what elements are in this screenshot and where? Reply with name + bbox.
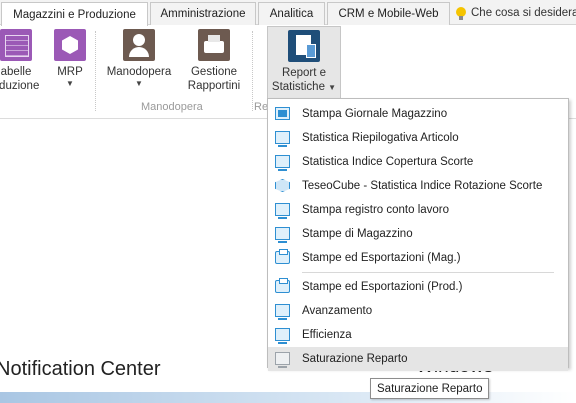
menu-item-efficienza[interactable]: Efficienza <box>268 323 568 347</box>
menu-item-teseocube-rotazione-scorte[interactable]: TeseoCube - Statistica Indice Rotazione … <box>268 174 568 198</box>
window-icon <box>275 227 290 243</box>
gestione-label-2: Rapportini <box>187 80 241 92</box>
menu-item-label: TeseoCube - Statistica Indice Rotazione … <box>302 180 543 192</box>
tabelle-produzione-button[interactable]: abelle oduzione <box>0 29 46 93</box>
menu-item-label: Stampe ed Esportazioni (Prod.) <box>302 281 463 293</box>
menu-separator <box>302 272 554 273</box>
report-label-2-text: Statistiche <box>271 81 325 93</box>
menu-item-avanzamento[interactable]: Avanzamento <box>268 299 568 323</box>
menu-item-label: Avanzamento <box>302 305 373 317</box>
menu-item-stampe-esportazioni-mag[interactable]: Stampe ed Esportazioni (Mag.) <box>268 246 568 270</box>
mrp-label: MRP <box>57 66 83 78</box>
mrp-button[interactable]: MRP ▼ <box>50 29 90 89</box>
cube-icon <box>54 29 86 61</box>
typewriter-icon <box>198 29 230 61</box>
tell-me-label: Che cosa si desidera <box>471 7 576 19</box>
window-icon <box>275 352 290 368</box>
menu-item-statistica-riepilogativa-articolo[interactable]: Statistica Riepilogativa Articolo <box>268 126 568 150</box>
window-icon <box>275 328 290 344</box>
report-label-2: Statistiche ▼ <box>272 80 336 94</box>
menu-item-stampa-registro-conto-lavoro[interactable]: Stampa registro conto lavoro <box>268 198 568 222</box>
menu-item-label: Statistica Riepilogativa Articolo <box>302 132 459 144</box>
worker-icon <box>123 29 155 61</box>
report-statistiche-menu: Stampa Giornale Magazzino Statistica Rie… <box>267 98 569 371</box>
printer-icon <box>275 278 290 293</box>
notification-center-title: Notification Center <box>0 358 161 380</box>
window-icon <box>275 304 290 320</box>
chevron-down-icon: ▼ <box>328 83 337 92</box>
tabelle-label-1: abelle <box>0 66 32 78</box>
report-statistiche-button[interactable]: Report e Statistiche ▼ <box>267 26 341 99</box>
tab-amministrazione[interactable]: Amministrazione <box>150 2 256 25</box>
manodopera-button[interactable]: Manodopera ▼ <box>104 29 174 89</box>
cube-icon <box>275 179 290 192</box>
menu-item-label: Saturazione Reparto <box>302 353 408 365</box>
group-label-report: Re <box>254 101 269 113</box>
tab-crm-mobile-web[interactable]: CRM e Mobile-Web <box>327 2 450 25</box>
menu-item-saturazione-reparto[interactable]: Saturazione Reparto <box>268 347 568 371</box>
chevron-down-icon: ▼ <box>135 79 143 88</box>
journal-icon <box>275 107 290 120</box>
window-icon <box>275 155 290 171</box>
tabelle-label-2: oduzione <box>0 80 40 92</box>
group-separator <box>95 31 96 111</box>
tab-analitica[interactable]: Analitica <box>258 2 325 25</box>
ribbon-tab-strip: Magazzini e Produzione Amministrazione A… <box>0 0 576 26</box>
chevron-down-icon: ▼ <box>66 79 74 88</box>
manodopera-label: Manodopera <box>106 66 172 78</box>
menu-item-label: Efficienza <box>302 329 352 341</box>
printer-icon <box>275 249 290 264</box>
menu-item-stampe-di-magazzino[interactable]: Stampe di Magazzino <box>268 222 568 246</box>
menu-item-label: Stampa registro conto lavoro <box>302 204 450 216</box>
report-label-1: Report e <box>281 67 327 79</box>
group-label-manodopera: Manodopera <box>141 101 203 113</box>
menu-item-label: Stampa Giornale Magazzino <box>302 108 448 120</box>
menu-item-statistica-indice-copertura-scorte[interactable]: Statistica Indice Copertura Scorte <box>268 150 568 174</box>
report-icon <box>288 30 320 62</box>
app-window: Magazzini e Produzione Amministrazione A… <box>0 0 576 403</box>
menu-item-label: Stampe di Magazzino <box>302 228 413 240</box>
tell-me-search[interactable]: Che cosa si desidera <box>456 2 576 24</box>
menu-item-label: Statistica Indice Copertura Scorte <box>302 156 474 168</box>
window-icon <box>275 131 290 147</box>
tab-magazzini-produzione[interactable]: Magazzini e Produzione <box>1 2 148 26</box>
gestione-rapportini-button[interactable]: Gestione Rapportini <box>182 29 246 93</box>
menu-item-stampa-giornale-magazzino[interactable]: Stampa Giornale Magazzino <box>268 102 568 126</box>
group-separator <box>252 31 253 111</box>
tooltip: Saturazione Reparto <box>370 378 490 399</box>
background-panel <box>0 392 576 403</box>
menu-item-stampe-esportazioni-prod[interactable]: Stampe ed Esportazioni (Prod.) <box>268 275 568 299</box>
gestione-label-1: Gestione <box>190 66 238 78</box>
table-icon <box>0 29 32 61</box>
lightbulb-icon <box>456 6 466 20</box>
menu-item-label: Stampe ed Esportazioni (Mag.) <box>302 252 461 264</box>
window-icon <box>275 203 290 219</box>
